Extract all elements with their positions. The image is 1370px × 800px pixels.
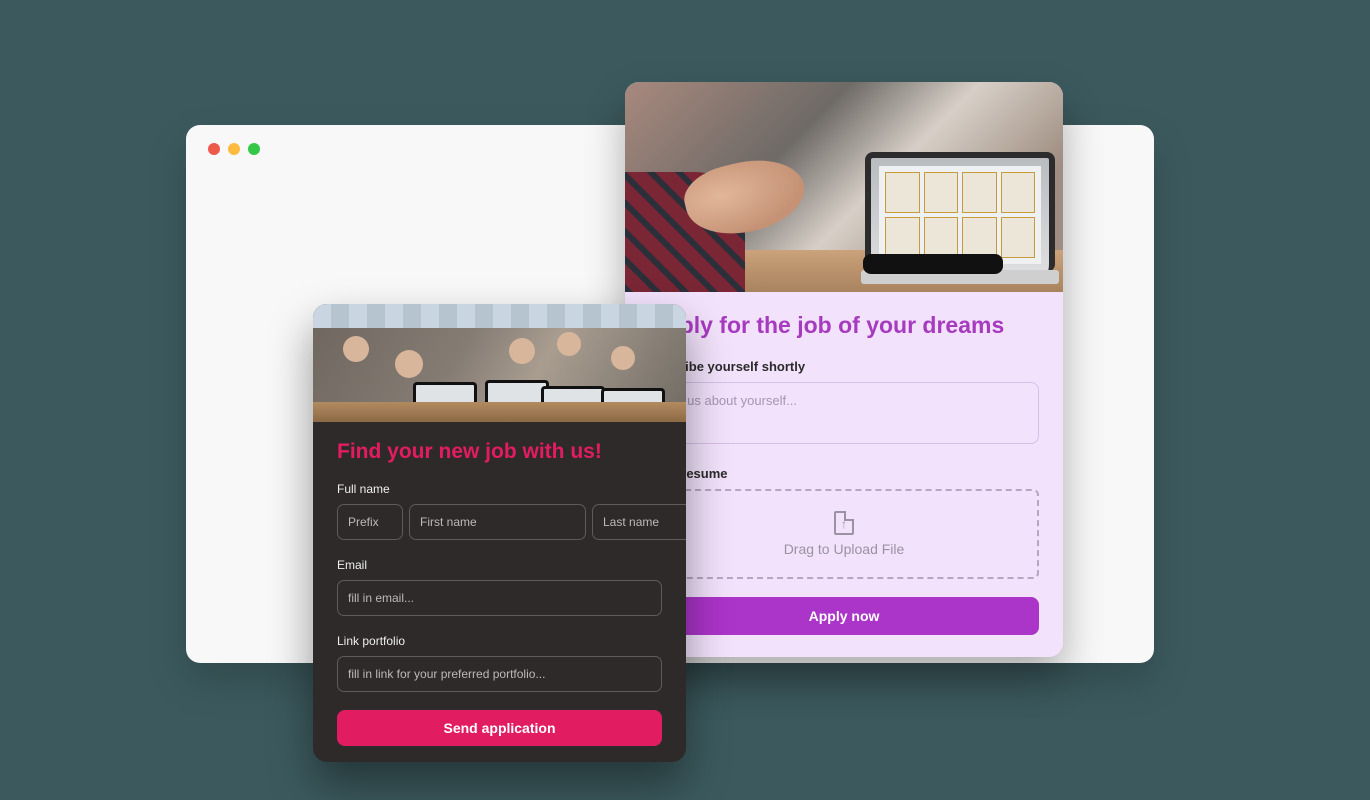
window-close-icon[interactable] (208, 143, 220, 155)
dropzone-text: Drag to Upload File (784, 541, 905, 557)
fullname-label: Full name (313, 480, 686, 504)
send-application-button[interactable]: Send application (337, 710, 662, 746)
file-upload-icon (834, 511, 854, 535)
hero-image (313, 304, 686, 422)
portfolio-label: Link portfolio (313, 632, 686, 656)
window-minimize-icon[interactable] (228, 143, 240, 155)
card-title: Apply for the job of your dreams (625, 292, 1063, 355)
resume-label: Your resume (625, 462, 1063, 489)
lastname-input[interactable] (592, 504, 686, 540)
email-label: Email (313, 556, 686, 580)
job-apply-card: Apply for the job of your dreams Describ… (625, 82, 1063, 657)
card-title: Find your new job with us! (313, 422, 686, 480)
resume-dropzone[interactable]: Drag to Upload File (649, 489, 1039, 579)
find-job-card: Find your new job with us! Full name Ema… (313, 304, 686, 762)
prefix-input[interactable] (337, 504, 403, 540)
portfolio-input[interactable] (337, 656, 662, 692)
describe-input[interactable] (649, 382, 1039, 444)
window-zoom-icon[interactable] (248, 143, 260, 155)
apply-button[interactable]: Apply now (649, 597, 1039, 635)
describe-label: Describe yourself shortly (625, 355, 1063, 382)
hero-image (625, 82, 1063, 292)
traffic-lights (208, 143, 260, 155)
email-input[interactable] (337, 580, 662, 616)
firstname-input[interactable] (409, 504, 586, 540)
